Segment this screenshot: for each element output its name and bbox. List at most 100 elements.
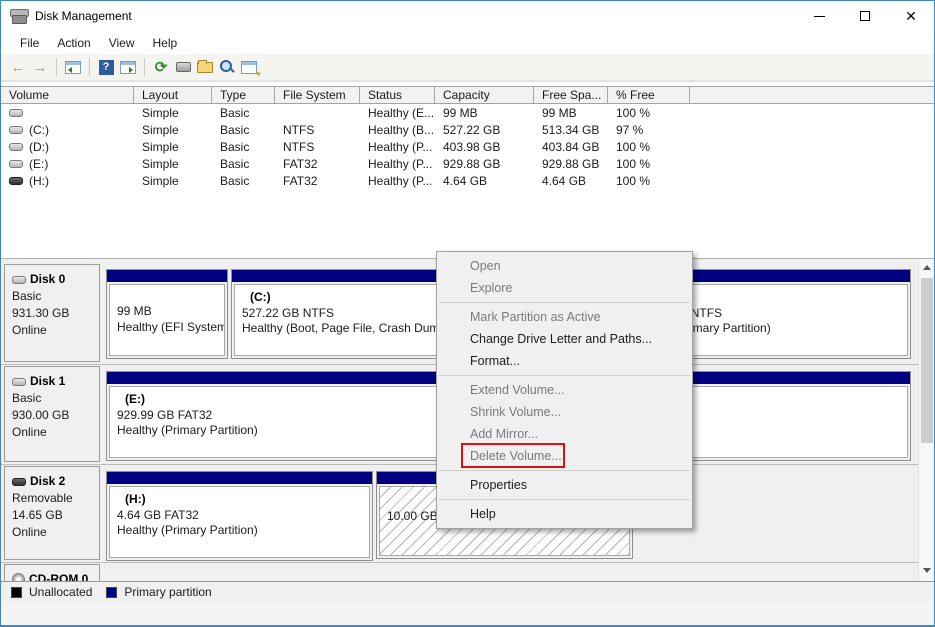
menu-item-change-drive-letter[interactable]: Change Drive Letter and Paths... xyxy=(437,328,692,350)
disk-name: Disk 0 xyxy=(30,272,66,286)
volume-icon xyxy=(9,159,23,168)
refresh-icon[interactable]: ⟳ xyxy=(151,57,171,77)
menu-help[interactable]: Help xyxy=(144,34,187,52)
toolbar: ← → ? ⟳ ✦ xyxy=(1,54,934,82)
menu-separator xyxy=(439,499,690,500)
cell-free-space: 4.64 GB xyxy=(542,173,587,188)
minimize-button[interactable] xyxy=(796,1,842,31)
open-folder-icon[interactable] xyxy=(195,57,215,77)
cell-pct-free: 100 % xyxy=(616,156,651,171)
help-icon[interactable]: ? xyxy=(96,57,116,77)
minimize-icon xyxy=(813,15,825,17)
column-header-type[interactable]: Type xyxy=(212,87,275,103)
disk-2-label[interactable]: Disk 2 Removable 14.65 GB Online xyxy=(4,466,100,560)
cell-type: Basic xyxy=(220,156,250,171)
disk-icon xyxy=(12,275,26,284)
toolbar-separator xyxy=(56,58,57,76)
volume-context-menu: Open Explore Mark Partition as Active Ch… xyxy=(436,251,693,529)
table-row[interactable]: (D:) Simple Basic NTFS Healthy (P... 403… xyxy=(1,138,934,155)
menu-item-extend-volume[interactable]: Extend Volume... xyxy=(437,379,692,401)
cell-free-space: 99 MB xyxy=(542,105,577,120)
disk-management-app-icon xyxy=(10,9,29,24)
cdrom-0-label[interactable]: CD-ROM 0 xyxy=(4,564,100,581)
partition-label: (H:) xyxy=(125,492,146,506)
menu-item-open[interactable]: Open xyxy=(437,255,692,277)
volume-name: (C:) xyxy=(29,122,49,137)
disk-1-label[interactable]: Disk 1 Basic 930.00 GB Online xyxy=(4,366,100,462)
disk-type: Basic xyxy=(12,289,42,303)
properties-icon[interactable]: ✦ xyxy=(239,57,262,79)
menu-item-shrink-volume[interactable]: Shrink Volume... xyxy=(437,401,692,423)
close-icon: ✕ xyxy=(905,8,917,24)
maximize-button[interactable] xyxy=(842,1,888,31)
partition-efi[interactable]: 99 MB Healthy (EFI System xyxy=(106,269,228,359)
cell-status: Healthy (P... xyxy=(368,173,433,188)
disk-size: 930.00 GB xyxy=(12,408,70,422)
rescan-disks-icon[interactable] xyxy=(173,57,193,77)
legend-primary-partition: Primary partition xyxy=(106,585,212,599)
volume-list-pane: Volume Layout Type File System Status Ca… xyxy=(1,86,934,258)
show-action-pane-icon[interactable] xyxy=(118,57,138,77)
scroll-down-button[interactable] xyxy=(919,562,934,579)
volume-icon xyxy=(9,142,23,151)
table-row[interactable]: (C:) Simple Basic NTFS Healthy (B... 527… xyxy=(1,121,934,138)
legend-label: Primary partition xyxy=(124,585,212,599)
column-header-layout[interactable]: Layout xyxy=(134,87,212,103)
cdrom-icon xyxy=(12,573,25,581)
search-icon[interactable] xyxy=(217,57,237,77)
menu-separator xyxy=(439,302,690,303)
menu-item-explore[interactable]: Explore xyxy=(437,277,692,299)
column-header-volume[interactable]: Volume xyxy=(1,87,134,103)
volume-table-header: Volume Layout Type File System Status Ca… xyxy=(1,86,934,104)
disk-status: Online xyxy=(12,425,47,439)
cell-status: Healthy (P... xyxy=(368,156,433,171)
table-row[interactable]: (E:) Simple Basic FAT32 Healthy (P... 92… xyxy=(1,155,934,172)
forward-icon[interactable]: → xyxy=(30,57,50,77)
menu-item-add-mirror[interactable]: Add Mirror... xyxy=(437,423,692,445)
disk-0-label[interactable]: Disk 0 Basic 931.30 GB Online xyxy=(4,264,100,362)
column-header-file-system[interactable]: File System xyxy=(275,87,360,103)
table-row[interactable]: Simple Basic Healthy (E... 99 MB 99 MB 1… xyxy=(1,104,934,121)
cell-status: Healthy (P... xyxy=(368,139,433,154)
disk-name: Disk 2 xyxy=(30,474,66,488)
scrollbar-thumb[interactable] xyxy=(921,278,933,443)
scroll-up-button[interactable] xyxy=(919,259,934,276)
disk-status: Online xyxy=(12,323,47,337)
cell-capacity: 527.22 GB xyxy=(443,122,501,137)
show-console-tree-icon[interactable] xyxy=(63,57,83,77)
disk-type: Removable xyxy=(12,491,73,505)
close-button[interactable]: ✕ xyxy=(888,1,934,31)
menu-action[interactable]: Action xyxy=(48,34,99,52)
volume-icon xyxy=(9,176,23,185)
disk-icon xyxy=(12,377,26,386)
partition-h[interactable]: (H:) 4.64 GB FAT32 Healthy (Primary Part… xyxy=(106,471,373,561)
menu-item-delete-volume[interactable]: Delete Volume... xyxy=(437,445,692,467)
vertical-scrollbar[interactable] xyxy=(918,259,934,581)
back-icon[interactable]: ← xyxy=(8,57,28,77)
cell-pct-free: 100 % xyxy=(616,139,651,154)
menu-item-mark-partition-active[interactable]: Mark Partition as Active xyxy=(437,306,692,328)
table-row[interactable]: (H:) Simple Basic FAT32 Healthy (P... 4.… xyxy=(1,172,934,189)
menu-file[interactable]: File xyxy=(11,34,48,52)
menu-bar: File Action View Help xyxy=(1,31,934,54)
unallocated-swatch xyxy=(11,586,22,598)
cell-free-space: 513.34 GB xyxy=(542,122,600,137)
column-header-status[interactable]: Status xyxy=(360,87,435,103)
window-title: Disk Management xyxy=(35,9,132,23)
cell-capacity: 403.98 GB xyxy=(443,139,501,154)
menu-item-format[interactable]: Format... xyxy=(437,350,692,372)
cell-layout: Simple xyxy=(142,105,179,120)
menu-item-properties[interactable]: Properties xyxy=(437,474,692,496)
menu-item-help[interactable]: Help xyxy=(437,503,692,525)
primary-partition-bar xyxy=(107,472,372,484)
legend-bar: Unallocated Primary partition xyxy=(1,581,934,602)
disk-icon xyxy=(12,477,26,486)
cell-free-space: 929.88 GB xyxy=(542,156,600,171)
maximize-icon xyxy=(860,11,870,21)
primary-partition-swatch xyxy=(106,586,118,598)
column-header-pct-free[interactable]: % Free xyxy=(608,87,690,103)
menu-view[interactable]: View xyxy=(100,34,144,52)
column-header-capacity[interactable]: Capacity xyxy=(435,87,534,103)
cell-free-space: 403.84 GB xyxy=(542,139,600,154)
column-header-free-space[interactable]: Free Spa... xyxy=(534,87,608,103)
